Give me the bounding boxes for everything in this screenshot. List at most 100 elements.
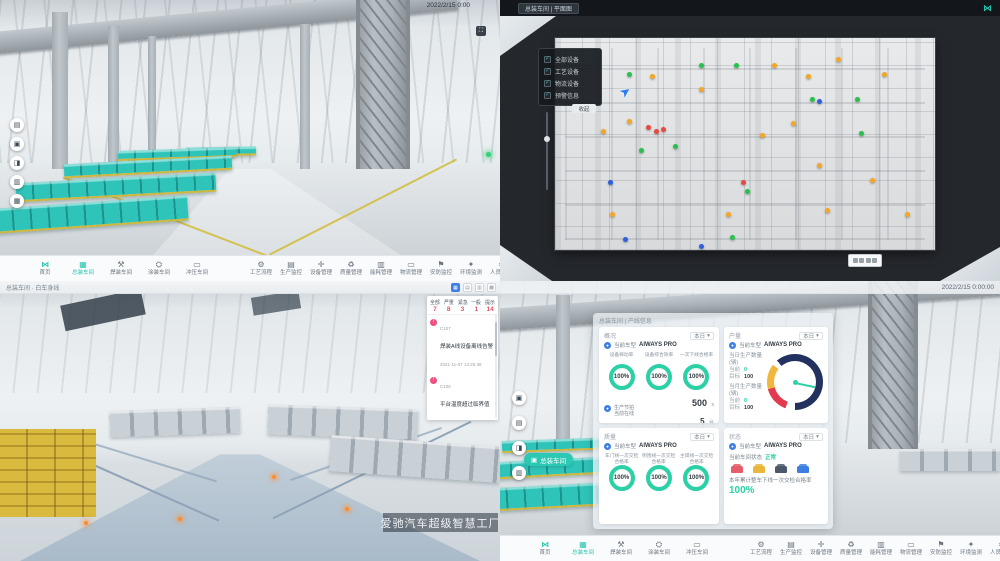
checkbox-icon[interactable]: ✓: [544, 68, 551, 75]
toolbar-item[interactable]: ✦ 环境监测: [956, 540, 986, 557]
station-label-button[interactable]: ▣ 总装车间: [524, 453, 573, 466]
alarm-tab[interactable]: 全部 7: [428, 298, 442, 313]
view-mode-button[interactable]: ▤: [463, 283, 472, 292]
toolbar-item-icon: ▦: [579, 540, 587, 549]
toolbar-item[interactable]: ♻ 质量管理: [336, 260, 366, 277]
map-device-dot[interactable]: [730, 235, 735, 240]
toolbar-item[interactable]: ▭ 冲压车间: [178, 260, 216, 277]
toolbar-item[interactable]: ▭ 物流管理: [896, 540, 926, 557]
view-mode-button[interactable]: ▥: [475, 283, 484, 292]
map-device-dot[interactable]: [673, 144, 678, 149]
map-device-dot[interactable]: [905, 212, 910, 217]
poi-marker[interactable]: ◨: [10, 156, 24, 170]
alarm-list-item[interactable]: ! C107 焊装A线设备离线告警 2021-11-07 13:25:38: [427, 315, 498, 373]
poi-marker[interactable]: ▦: [10, 194, 24, 208]
toolbar-item[interactable]: ✛ 设备管理: [306, 260, 336, 277]
map-device-dot[interactable]: [610, 212, 615, 217]
legend-collapse-button[interactable]: 收起: [572, 104, 596, 113]
map-device-dot[interactable]: [699, 244, 704, 249]
car-status-icon[interactable]: [775, 466, 787, 473]
toolbar-item[interactable]: ✛ 设备管理: [806, 540, 836, 557]
toolbar-item[interactable]: ⚑ 安防监控: [926, 540, 956, 557]
car-status-icon[interactable]: [753, 466, 765, 473]
poi-marker[interactable]: ▤: [512, 416, 526, 430]
alarm-code: C105: [440, 384, 451, 389]
toolbar-item-icon: ⚙: [257, 260, 264, 269]
checkbox-icon[interactable]: ✓: [544, 56, 551, 63]
toolbar-item[interactable]: ⋈ 首页: [526, 540, 564, 557]
toolbar-item[interactable]: ▦ 总装车间: [64, 260, 102, 277]
toolbar-item[interactable]: ⛭ 涂装车间: [140, 260, 178, 277]
toolbar-item[interactable]: ♻ 质量管理: [836, 540, 866, 557]
zoom-slider[interactable]: [546, 112, 548, 190]
toolbar-item[interactable]: ⚙ 工艺流程: [246, 260, 276, 277]
factory-floorplan[interactable]: [555, 38, 935, 250]
map-scale-widget[interactable]: [848, 254, 882, 267]
alarm-tab[interactable]: 提示 14: [483, 298, 497, 313]
map-device-dot[interactable]: [726, 212, 731, 217]
chevron-down-icon: ▾: [707, 333, 710, 339]
alarm-tab-count: 3: [456, 306, 470, 313]
toolbar-item[interactable]: ▥ 能耗管理: [866, 540, 896, 557]
toolbar-item[interactable]: ▭ 冲压车间: [678, 540, 716, 557]
toolbar-item[interactable]: ⚙ 工艺流程: [746, 540, 776, 557]
toolbar-item[interactable]: ▤ 生产监控: [776, 540, 806, 557]
layer-toggle-row[interactable]: ✓ 工艺设备: [544, 65, 596, 77]
toolbar-item[interactable]: ⚒ 焊装车间: [602, 540, 640, 557]
poi-marker[interactable]: ▤: [10, 118, 24, 132]
car-status-icon[interactable]: [797, 466, 809, 473]
map-device-dot[interactable]: [806, 74, 811, 79]
toolbar-item[interactable]: ⋈ 首页: [26, 260, 64, 277]
map-device-dot[interactable]: [650, 74, 655, 79]
toolbar-item[interactable]: ▥ 能耗管理: [366, 260, 396, 277]
period-select[interactable]: 本日 ▾: [690, 332, 714, 340]
map-device-dot[interactable]: [825, 208, 830, 213]
toolbar-item[interactable]: ⚑ 安防监控: [426, 260, 456, 277]
factory-caption-text: 爱驰汽车超级智慧工厂: [381, 515, 501, 531]
toolbar-item-label: 物流管理: [400, 269, 422, 276]
map-device-dot[interactable]: [745, 189, 750, 194]
map-device-dot[interactable]: [791, 121, 796, 126]
alarm-tab[interactable]: 紧急 3: [456, 298, 470, 313]
period-select[interactable]: 本日 ▾: [690, 433, 714, 441]
period-select[interactable]: 本日 ▾: [799, 332, 823, 340]
poi-marker[interactable]: ▥: [10, 175, 24, 189]
checkbox-icon[interactable]: ✓: [544, 92, 551, 99]
poi-marker[interactable]: ▣: [512, 391, 526, 405]
alarm-tab[interactable]: 严重 8: [442, 298, 456, 313]
alarm-tab[interactable]: 一般 1: [469, 298, 483, 313]
poi-marker[interactable]: ◨: [512, 441, 526, 455]
map-device-dot[interactable]: [601, 129, 606, 134]
map-device-dot[interactable]: [639, 148, 644, 153]
poi-marker[interactable]: ▣: [10, 137, 24, 151]
toolbar-item[interactable]: ▦ 总装车间: [564, 540, 602, 557]
car-status-icon[interactable]: [731, 466, 743, 473]
zoom-slider-handle[interactable]: [544, 136, 550, 142]
toolbar-item[interactable]: ▤ 生产监控: [276, 260, 306, 277]
toolbar-item[interactable]: ⌗ 人员管理: [986, 540, 1000, 557]
fullscreen-button[interactable]: ⛶: [476, 26, 486, 36]
poi-marker[interactable]: ▥: [512, 466, 526, 480]
map-device-dot[interactable]: [882, 72, 887, 77]
layer-toggle-row[interactable]: ✓ 全部设备: [544, 53, 596, 65]
back-to-scene-button[interactable]: 总装车间 | 平面图: [518, 3, 579, 14]
toolbar-item[interactable]: ▭ 物流管理: [396, 260, 426, 277]
checkbox-icon[interactable]: ✓: [544, 80, 551, 87]
layer-toggle-row[interactable]: ✓ 预警信息: [544, 89, 596, 101]
map-device-dot[interactable]: [623, 237, 628, 242]
toolbar-item-label: 设备管理: [310, 269, 332, 276]
period-select[interactable]: 本日 ▾: [799, 433, 823, 441]
toolbar-item[interactable]: ⚒ 焊装车间: [102, 260, 140, 277]
view-mode-button[interactable]: ▩: [487, 283, 496, 292]
map-device-dot[interactable]: [627, 119, 632, 124]
bottom-toolbar: ⋈ 首页 ▦ 总装车间 ⚒ 焊装车间 ⛭ 涂装: [500, 535, 1000, 561]
toolbar-item[interactable]: ✦ 环境监测: [456, 260, 486, 277]
toolbar-item[interactable]: ⛭ 涂装车间: [640, 540, 678, 557]
alarm-scrollbar-thumb[interactable]: [495, 322, 497, 356]
alarm-list-item[interactable]: ! C105 平台温度超过临界值 2021-11-07 13:21:04: [427, 373, 498, 420]
view-mode-button[interactable]: ▦: [451, 283, 460, 292]
map-device-dot[interactable]: [654, 129, 659, 134]
toolbar-item[interactable]: ⌗ 人员管理: [486, 260, 500, 277]
toolbar-item-icon: ✛: [818, 540, 825, 549]
layer-toggle-row[interactable]: ✓ 物流设备: [544, 77, 596, 89]
